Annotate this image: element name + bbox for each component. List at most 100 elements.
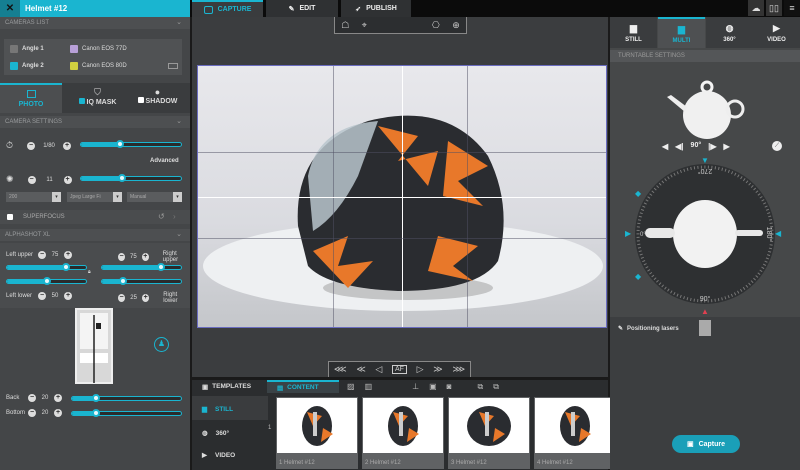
minus-button[interactable]: −: [27, 175, 36, 184]
mode-select[interactable]: Manual: [127, 192, 182, 202]
cameras-list-header[interactable]: CAMERAS LIST ⌄: [0, 17, 190, 29]
ghost-icon[interactable]: ☖: [341, 20, 349, 31]
tab-content[interactable]: ▤ CONTENT: [267, 380, 339, 393]
step-right-icon[interactable]: |▶: [708, 142, 716, 151]
camera-rotate-icon[interactable]: ⎔: [432, 20, 440, 31]
step-left-icon[interactable]: ◀|: [675, 142, 683, 151]
tab-templates[interactable]: ▣ TEMPLATES: [192, 380, 267, 393]
teapot-preview: [667, 80, 745, 139]
tab-360[interactable]: ◍ 360°: [706, 17, 753, 48]
side-video[interactable]: ▶ VIDEO: [192, 442, 268, 468]
advanced-link[interactable]: Advanced: [150, 158, 179, 164]
plus-button[interactable]: +: [64, 251, 72, 259]
live-view[interactable]: [197, 65, 607, 328]
laser-marker-icon[interactable]: ◆: [635, 189, 642, 198]
rotate-right-icon[interactable]: ▶: [724, 142, 730, 151]
laser-marker-icon[interactable]: ◆: [635, 272, 642, 281]
bottom-slider[interactable]: [71, 409, 182, 417]
trash-icon[interactable]: ▥: [365, 382, 373, 392]
minus-button[interactable]: −: [28, 394, 36, 402]
thumbnail[interactable]: 4 Helmet #12: [534, 397, 616, 469]
snapshot-icon[interactable]: ◙: [447, 382, 452, 392]
minus-button[interactable]: −: [38, 251, 46, 259]
format-select[interactable]: Jpeg Large Fi: [67, 192, 122, 202]
iso-select[interactable]: 200: [6, 192, 61, 202]
tab-multi[interactable]: ▆ MULTI: [658, 17, 705, 48]
left-upper-slider[interactable]: [6, 263, 87, 271]
tab-video[interactable]: ▶ VIDEO: [753, 17, 800, 48]
zoom-icon[interactable]: ⊕: [452, 20, 460, 31]
superfocus-toggle[interactable]: SUPERFOCUS: [7, 214, 65, 220]
laser-marker-icon[interactable]: ▼: [701, 156, 709, 165]
close-icon[interactable]: ✕: [0, 0, 20, 17]
thumbnail[interactable]: 2 Helmet #12: [362, 397, 444, 469]
cloud-icon[interactable]: ☁: [748, 0, 764, 16]
thumbnail[interactable]: 1 Helmet #12: [276, 397, 358, 469]
iq-mask-checkbox[interactable]: [78, 98, 85, 104]
menu-icon[interactable]: ≡: [784, 0, 800, 16]
edit-image-icon[interactable]: ▨: [347, 382, 355, 392]
tab-publish[interactable]: ➶ PUBLISH: [341, 0, 411, 17]
minus-button[interactable]: −: [38, 292, 46, 300]
mode-tab-photo[interactable]: PHOTO: [0, 83, 62, 113]
pin-icon[interactable]: ⊥: [412, 382, 419, 392]
superfocus-checkbox[interactable]: [7, 214, 13, 220]
right-lower-control: −25 + Right lower: [118, 292, 190, 304]
reset-icon[interactable]: ↺: [158, 212, 165, 221]
copy-icon[interactable]: ⧉: [478, 382, 484, 392]
focus-step-back-button[interactable]: ◁: [375, 364, 382, 375]
left-lower-slider[interactable]: [6, 277, 87, 285]
tab-capture[interactable]: CAPTURE: [192, 0, 263, 17]
plus-button[interactable]: +: [54, 394, 62, 402]
plus-button[interactable]: +: [64, 292, 72, 300]
camera-angle-1[interactable]: Angle 1: [10, 45, 44, 53]
tab-still[interactable]: ▆ STILL: [610, 17, 657, 48]
focus-far-forward-button[interactable]: ⋙: [452, 364, 465, 375]
chevron-right-icon[interactable]: ›: [173, 212, 176, 221]
crosshair-icon[interactable]: ⌖: [362, 20, 367, 31]
aperture-slider[interactable]: [80, 174, 182, 182]
minus-button[interactable]: −: [28, 409, 36, 417]
camera-angle-2[interactable]: Angle 2: [10, 62, 44, 70]
compass-icon[interactable]: ⟋: [772, 141, 782, 151]
laser-marker-icon[interactable]: ◀: [775, 229, 782, 238]
tab-edit[interactable]: ✎ EDIT: [266, 0, 338, 17]
turntable-dial[interactable]: 270° 0° 180° 90° ▼ ▶ ◀ ◆ ◆ ▲: [625, 154, 785, 314]
alphashot-header[interactable]: ALPHASHOT XL ⌄: [0, 229, 190, 241]
plus-button[interactable]: +: [142, 294, 150, 302]
autofocus-button[interactable]: AF: [392, 365, 407, 374]
download-icon[interactable]: ▣: [429, 382, 437, 392]
back-slider[interactable]: [71, 394, 182, 402]
plus-button[interactable]: +: [63, 141, 72, 150]
camera-settings-header[interactable]: CAMERA SETTINGS ⌄: [0, 116, 190, 128]
plus-button[interactable]: +: [54, 409, 62, 417]
laser-marker-icon[interactable]: ▶: [625, 229, 632, 238]
dial-label-bottom: 90°: [700, 295, 711, 303]
mode-tab-shadow[interactable]: ● SHADOW: [130, 87, 185, 105]
focus-forward-button[interactable]: ≫: [433, 364, 442, 375]
minus-button[interactable]: −: [27, 141, 36, 150]
thumbnail[interactable]: 3 Helmet #12: [448, 397, 530, 469]
mode-tab-iq-mask[interactable]: ⛉ IQ MASK: [70, 87, 125, 106]
shadow-checkbox[interactable]: [137, 97, 144, 103]
minus-button[interactable]: −: [118, 253, 126, 261]
edit-icon: ✎: [288, 5, 295, 13]
lock-icon[interactable]: 🔒︎: [88, 269, 91, 275]
rotate-left-icon[interactable]: ◀: [662, 142, 668, 151]
right-upper-slider[interactable]: [101, 263, 182, 271]
book-icon[interactable]: ▯▯: [766, 0, 782, 16]
plus-button[interactable]: +: [141, 253, 149, 261]
minus-button[interactable]: −: [118, 294, 126, 302]
right-lower-slider[interactable]: [101, 277, 182, 285]
right-upper-control: −75 + Right upper: [118, 251, 190, 263]
light-bell-icon[interactable]: ♟: [154, 337, 169, 352]
positioning-lasers-toggle[interactable]: ✎ Positioning lasers: [618, 325, 679, 333]
side-still[interactable]: ▆ STILL: [192, 396, 268, 422]
focus-far-back-button[interactable]: ⋘: [334, 364, 347, 375]
shutter-slider[interactable]: [80, 140, 182, 148]
capture-button[interactable]: ▣ Capture: [672, 435, 740, 453]
copy-all-icon[interactable]: ⧉: [493, 382, 499, 392]
focus-step-forward-button[interactable]: ▷: [417, 364, 424, 375]
focus-back-button[interactable]: ≪: [356, 364, 365, 375]
plus-button[interactable]: +: [63, 175, 72, 184]
